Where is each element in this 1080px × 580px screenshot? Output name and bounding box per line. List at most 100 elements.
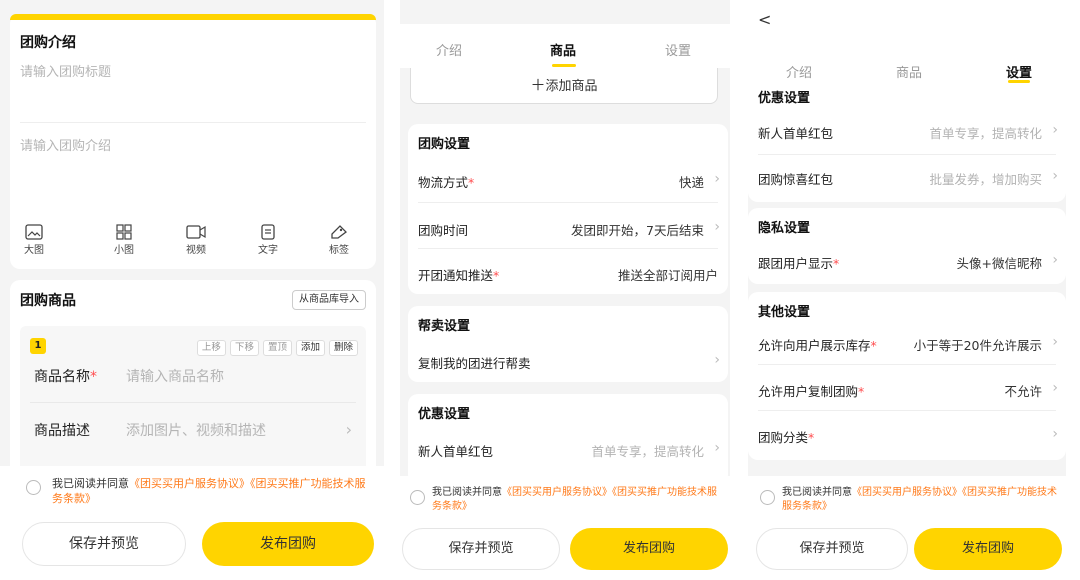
chevron-right-icon: › (1052, 168, 1058, 184)
setting-row-display[interactable]: 跟团用户显示* 头像+微信昵称 › (748, 242, 1066, 278)
other-settings-title: 其他设置 (758, 305, 811, 320)
chevron-right-icon: › (714, 171, 720, 187)
delete-item-button[interactable]: 删除 (328, 340, 358, 356)
chevron-right-icon: › (345, 420, 352, 439)
setting-row-category[interactable]: 团购分类* › (748, 416, 1066, 452)
discount-card: 优惠设置 新人首单红包 首单专享，提高转化 › (408, 394, 728, 484)
title-input[interactable]: 请输入团购标题 (20, 66, 111, 79)
import-from-library-button[interactable]: 从商品库导入 (292, 290, 366, 310)
tool-label: 视频 (186, 245, 206, 256)
setting-row-new-user-redpacket[interactable]: 新人首单红包 首单专享，提高转化 › (408, 430, 728, 466)
agree-radio[interactable] (760, 490, 775, 505)
setting-row-copy-group[interactable]: 复制我的团进行帮卖 › (408, 342, 728, 378)
accent-bar (10, 14, 376, 20)
agree-radio[interactable] (26, 480, 41, 495)
chevron-right-icon: › (714, 352, 720, 368)
tool-label: 大图 (24, 245, 44, 256)
help-sell-title: 帮卖设置 (418, 319, 471, 334)
save-preview-button[interactable]: 保存并预览 (22, 522, 186, 566)
intro-title: 团购介绍 (20, 35, 76, 51)
tool-label: 标签 (329, 245, 349, 256)
setting-row-allow-copy[interactable]: 允许用户复制团购* 不允许 › (748, 370, 1066, 406)
privacy-card: 隐私设置 跟团用户显示* 头像+微信昵称 › (748, 208, 1066, 284)
small-image-grid-icon (116, 224, 132, 240)
tab-intro[interactable]: 介绍 (436, 40, 462, 59)
active-tab-underline (1008, 80, 1030, 83)
footer-bar: 我已阅读并同意《团买买用户服务协议》《团买买推广功能技术服务条款》 保存并预览 … (748, 476, 1066, 580)
save-preview-button[interactable]: 保存并预览 (402, 528, 560, 570)
footer-bar: 我已阅读并同意《团买买用户服务协议》《团买买推广功能技术服务条款》 保存并预览 … (0, 466, 384, 580)
goods-item: 1 上移 下移 置顶 添加 删除 商品名称* 请输入商品名称 商品描述 添加图片、视频和… (20, 326, 366, 476)
agreement-text: 我已阅读并同意《团买买用户服务协议》《团买买推广功能技术服务条款》 (432, 487, 717, 512)
large-image-tool[interactable]: 大图 (16, 224, 52, 256)
agreement-text: 我已阅读并同意《团买买用户服务协议》《团买买推广功能技术服务条款》 (782, 487, 1057, 512)
agree-radio[interactable] (410, 490, 425, 505)
tag-tool[interactable]: 标签 (321, 224, 357, 256)
tab-settings[interactable]: 设置 (1006, 62, 1032, 81)
desc-label: 商品描述 (34, 423, 90, 439)
discount-card: 优惠设置 新人首单红包 首单专享，提高转化 › 团购惊喜红包 批量发券，增加购买 › (748, 84, 1066, 202)
goods-card: 团购商品 从商品库导入 1 上移 下移 置顶 添加 删除 商品名称* 请输入商品名称 商… (10, 280, 376, 480)
help-sell-card: 帮卖设置 复制我的团进行帮卖 › (408, 306, 728, 382)
settings-tab-panel: < 介绍 商品 设置 优惠设置 新人首单红包 首单专享，提高转化 › 团购惊喜红包… (748, 0, 1066, 580)
move-up-button[interactable]: 上移 (196, 340, 226, 356)
intro-textarea[interactable]: 请输入团购介绍 (20, 140, 111, 153)
discount-title: 优惠设置 (758, 91, 811, 106)
add-item-button[interactable]: 添加 (295, 340, 325, 356)
agreement-text: 我已阅读并同意《团买买用户服务协议》《团买买推广功能技术服务条款》 (52, 477, 366, 505)
chevron-right-icon: › (714, 440, 720, 456)
setting-row-surprise-redpacket[interactable]: 团购惊喜红包 批量发券，增加购买 › (748, 158, 1066, 194)
small-image-tool[interactable]: 小图 (106, 224, 142, 256)
intro-card: 团购介绍 请输入团购标题 请输入团购介绍 大图 小图 视频 文字 标签 (10, 14, 376, 269)
item-actions: 上移 下移 置顶 添加 删除 (193, 337, 358, 356)
plus-icon: ＋ (530, 76, 546, 94)
add-goods-button[interactable]: ＋添加商品 (410, 68, 718, 104)
chevron-right-icon: › (1052, 122, 1058, 138)
divider (30, 402, 356, 403)
text-doc-icon (261, 224, 275, 240)
publish-button[interactable]: 发布团购 (914, 528, 1062, 570)
goods-title: 团购商品 (20, 293, 76, 309)
chevron-right-icon: › (1052, 252, 1058, 268)
chevron-right-icon: › (1052, 426, 1058, 442)
tab-goods[interactable]: 商品 (896, 62, 922, 81)
tab-intro[interactable]: 介绍 (786, 62, 812, 81)
chevron-right-icon: › (714, 219, 720, 235)
tool-label: 文字 (258, 245, 278, 256)
name-input[interactable]: 请输入商品名称 (126, 370, 224, 384)
publish-button[interactable]: 发布团购 (202, 522, 374, 566)
user-agreement-link[interactable]: 《团买买用户服务协议》 (852, 487, 962, 498)
tab-bar: 介绍 商品 设置 (400, 24, 730, 68)
user-agreement-link[interactable]: 《团买买用户服务协议》 (129, 477, 250, 490)
desc-input[interactable]: 添加图片、视频和描述 (126, 424, 266, 438)
large-image-icon (25, 224, 43, 240)
move-down-button[interactable]: 下移 (229, 340, 259, 356)
intro-editor-panel: 团购介绍 请输入团购标题 请输入团购介绍 大图 小图 视频 文字 标签 团购商品… (0, 0, 384, 580)
chevron-right-icon: › (1052, 334, 1058, 350)
video-tool[interactable]: 视频 (178, 224, 214, 256)
tab-goods[interactable]: 商品 (550, 40, 576, 59)
video-icon (186, 225, 206, 239)
setting-row-stock[interactable]: 允许向用户展示库存* 小于等于20件允许展示 › (748, 324, 1066, 360)
publish-button[interactable]: 发布团购 (570, 528, 728, 570)
active-tab-underline (552, 64, 576, 67)
footer-bar: 我已阅读并同意《团买买用户服务协议》《团买买推广功能技术服务条款》 保存并预览 … (400, 476, 730, 580)
setting-row-time[interactable]: 团购时间 发团即开始，7天后结束 › (408, 209, 728, 245)
pin-top-button[interactable]: 置顶 (262, 340, 292, 356)
setting-row-shipping[interactable]: 物流方式* 快递 › (408, 161, 728, 197)
back-icon[interactable]: < (758, 12, 771, 28)
chevron-right-icon: › (1052, 380, 1058, 396)
tab-settings[interactable]: 设置 (665, 40, 691, 59)
item-index-badge: 1 (30, 338, 46, 354)
discount-title: 优惠设置 (418, 407, 471, 422)
text-tool[interactable]: 文字 (250, 224, 286, 256)
user-agreement-link[interactable]: 《团买买用户服务协议》 (502, 487, 612, 498)
privacy-title: 隐私设置 (758, 221, 811, 236)
header: < 介绍 商品 设置 (748, 0, 1066, 84)
save-preview-button[interactable]: 保存并预览 (756, 528, 908, 570)
setting-row-notify[interactable]: 开团通知推送* 推送全部订阅用户 (408, 254, 728, 290)
tool-label: 小图 (114, 245, 134, 256)
group-settings-card: 团购设置 物流方式* 快递 › 团购时间 发团即开始，7天后结束 › 开团通知推送*… (408, 124, 728, 294)
setting-row-new-user-redpacket[interactable]: 新人首单红包 首单专享，提高转化 › (748, 112, 1066, 148)
other-settings-card: 其他设置 允许向用户展示库存* 小于等于20件允许展示 › 允许用户复制团购* 不… (748, 292, 1066, 460)
